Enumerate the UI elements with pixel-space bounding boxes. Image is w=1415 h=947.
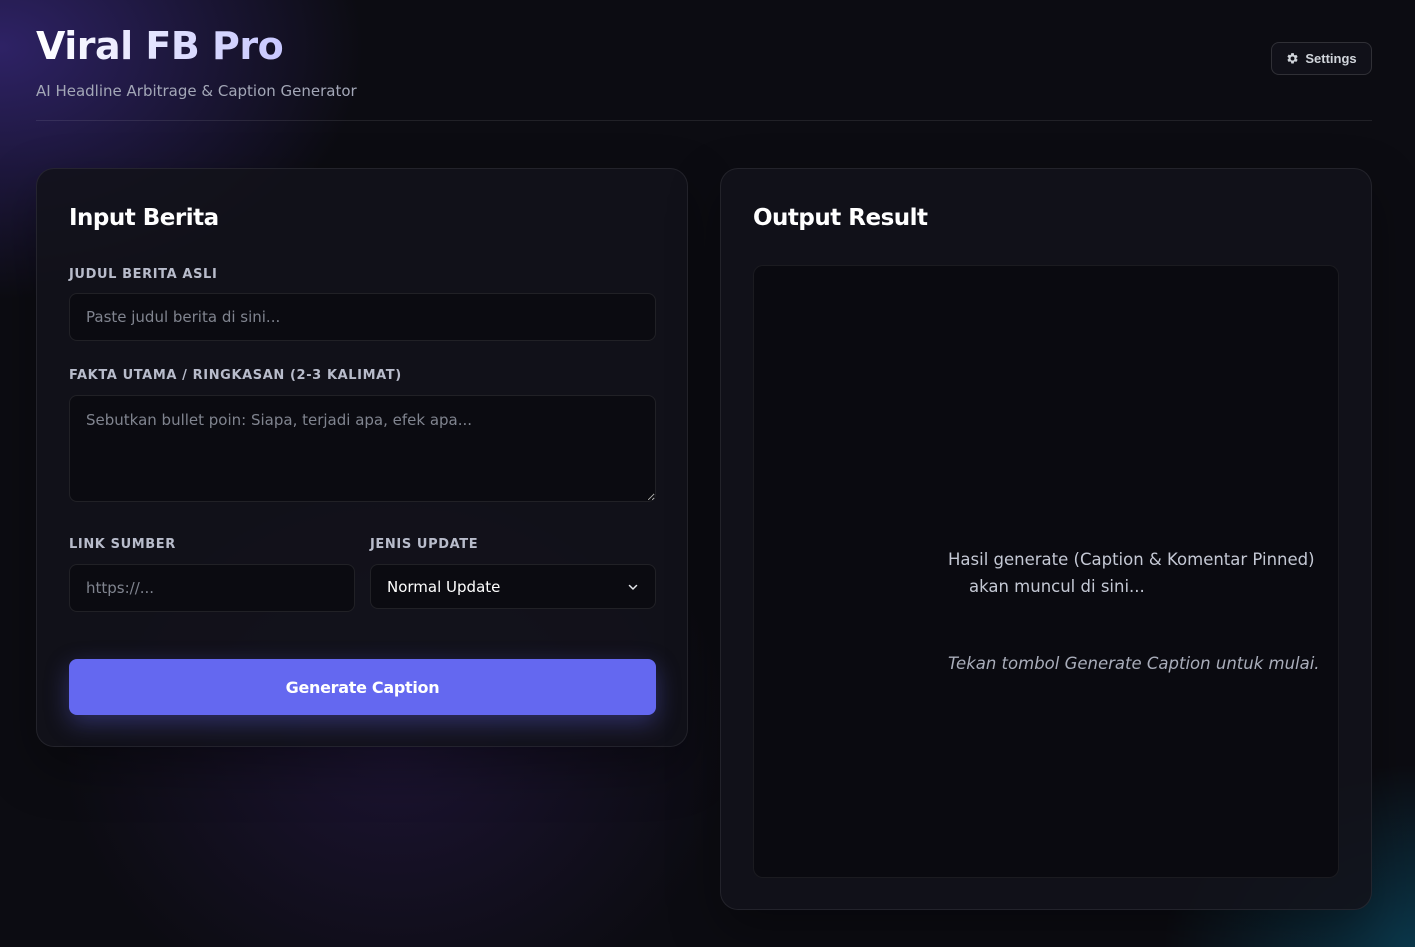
update-type-select[interactable]: Normal Update: [370, 564, 656, 609]
output-hint-text: Tekan tombol Generate Caption untuk mula…: [948, 654, 1320, 673]
link-label: LINK SUMBER: [69, 537, 176, 552]
input-card: Input Berita JUDUL BERITA ASLI FAKTA UTA…: [36, 168, 688, 747]
settings-label: Settings: [1305, 51, 1357, 66]
output-placeholder-text: Hasil generate (Caption & Komentar Pinne…: [948, 550, 1315, 596]
headline-label: JUDUL BERITA ASLI: [69, 267, 218, 282]
generate-caption-button[interactable]: Generate Caption: [69, 659, 656, 715]
link-input[interactable]: [69, 564, 355, 612]
update-type-label: JENIS UPDATE: [370, 537, 479, 552]
output-result-area: Hasil generate (Caption & Komentar Pinne…: [753, 265, 1339, 878]
app-subtitle: AI Headline Arbitrage & Caption Generato…: [36, 82, 357, 100]
headline-input[interactable]: [69, 293, 656, 341]
output-card: Output Result Hasil generate (Caption & …: [720, 168, 1372, 910]
input-card-title: Input Berita: [69, 205, 219, 231]
output-card-title: Output Result: [753, 205, 928, 231]
gear-icon: [1287, 53, 1298, 64]
app-header: Viral FB Pro AI Headline Arbitrage & Cap…: [36, 24, 1372, 121]
update-type-value: Normal Update: [387, 577, 501, 596]
facts-textarea[interactable]: [69, 395, 656, 502]
facts-label: FAKTA UTAMA / RINGKASAN (2-3 KALIMAT): [69, 368, 402, 383]
app-title: Viral FB Pro: [36, 24, 284, 68]
chevron-down-icon: [628, 584, 638, 590]
settings-button[interactable]: Settings: [1271, 42, 1372, 75]
